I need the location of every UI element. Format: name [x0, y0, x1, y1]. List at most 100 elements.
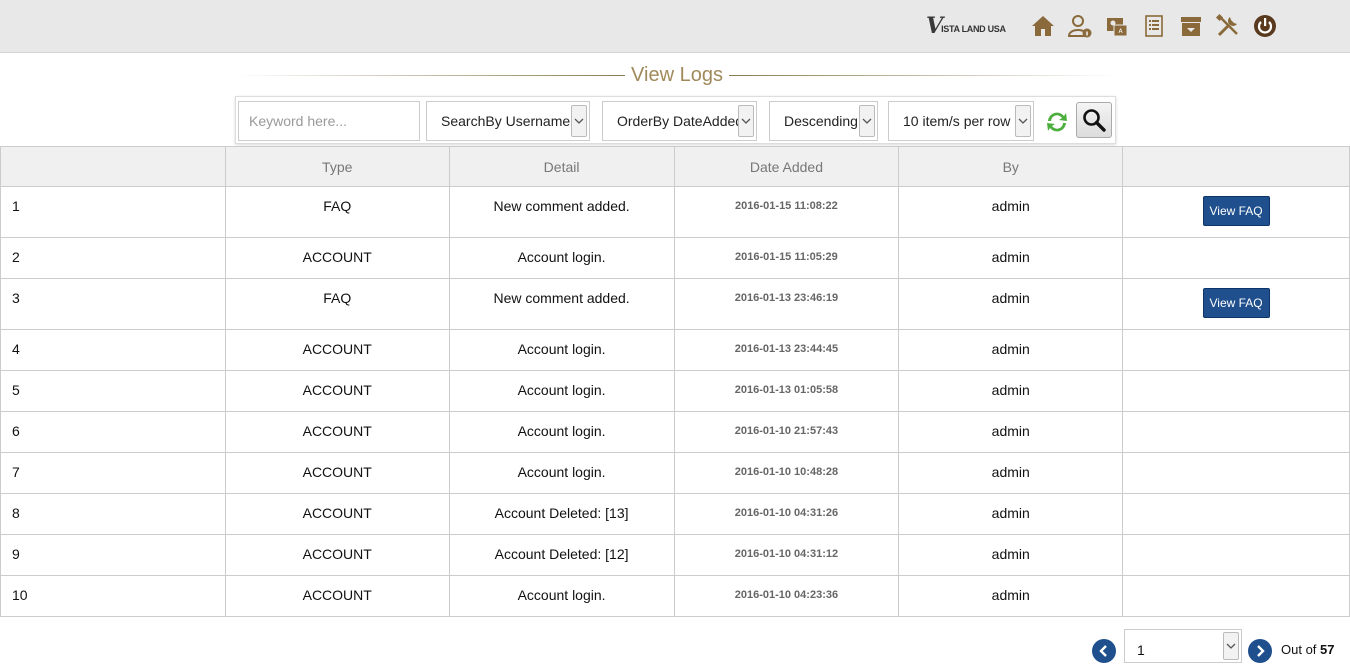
next-page-button[interactable]: [1248, 639, 1272, 663]
table-row: 2 ACCOUNT Account login. 2016-01-15 11:05:2…: [0, 237, 1350, 279]
row-number: 3: [0, 278, 226, 330]
page-select-value: 1: [1137, 642, 1145, 658]
title-divider-right: [729, 75, 1117, 76]
row-date-added: 2016-01-13 23:46:19: [673, 278, 900, 330]
view-faq-button[interactable]: View FAQ: [1202, 288, 1270, 318]
row-by: admin: [898, 452, 1124, 494]
row-action: [1122, 534, 1350, 576]
row-number: 4: [0, 329, 226, 371]
row-by: admin: [898, 534, 1124, 576]
row-detail: Account login.: [448, 411, 675, 453]
header-action: [1122, 146, 1350, 187]
brand-name: ISTA LAND USA: [941, 24, 1006, 34]
table-row: 5 ACCOUNT Account login. 2016-01-13 01:05:5…: [0, 370, 1350, 412]
nav-icons: A: [1028, 11, 1287, 41]
row-number: 1: [0, 186, 226, 238]
per-row-value: 10 item/s per row: [903, 113, 1011, 129]
row-type: ACCOUNT: [224, 493, 450, 535]
chevron-left-icon: [1099, 645, 1107, 657]
page-select[interactable]: 1: [1124, 629, 1242, 663]
header-by[interactable]: By: [898, 146, 1124, 187]
row-action: [1122, 370, 1350, 412]
chevron-right-icon: [1257, 645, 1265, 657]
row-type: FAQ: [224, 278, 450, 330]
row-date-added: 2016-01-13 01:05:58: [673, 370, 900, 412]
row-action: [1122, 237, 1350, 279]
row-detail: Account Deleted: [12]: [448, 534, 675, 576]
row-by: admin: [898, 186, 1124, 238]
per-row-select[interactable]: 10 item/s per row: [888, 101, 1034, 141]
row-type: ACCOUNT: [224, 329, 450, 371]
table-row: 7 ACCOUNT Account login. 2016-01-10 10:48:2…: [0, 452, 1350, 494]
title-divider-left: [235, 75, 625, 76]
row-date-added: 2016-01-10 04:31:26: [673, 493, 900, 535]
row-type: ACCOUNT: [224, 370, 450, 412]
search-by-select[interactable]: SearchBy Username: [426, 101, 590, 141]
chevron-down-icon: [1223, 632, 1239, 660]
chevron-down-icon: [859, 105, 875, 137]
direction-select[interactable]: Descending: [769, 101, 878, 141]
row-date-added: 2016-01-10 10:48:28: [673, 452, 900, 494]
pagination: 1 Out of 57: [1092, 628, 1350, 663]
prev-page-button[interactable]: [1092, 639, 1116, 663]
row-date-added: 2016-01-10 04:23:36: [673, 575, 900, 617]
order-by-value: OrderBy DateAdded: [617, 113, 744, 129]
row-date-added: 2016-01-13 23:44:45: [673, 329, 900, 371]
search-button[interactable]: [1076, 102, 1112, 138]
total-pages: 57: [1320, 642, 1335, 657]
page-title: View Logs: [631, 64, 723, 86]
row-type: ACCOUNT: [224, 237, 450, 279]
refresh-icon[interactable]: [1044, 109, 1070, 135]
settings-icon[interactable]: [1213, 11, 1243, 41]
search-icon: [1083, 109, 1106, 132]
row-number: 8: [0, 493, 226, 535]
table-row: 1 FAQ New comment added. 2016-01-15 11:08:2…: [0, 186, 1350, 238]
row-type: ACCOUNT: [224, 575, 450, 617]
out-of-label: Out of: [1281, 642, 1317, 657]
row-date-added: 2016-01-10 04:31:12: [673, 534, 900, 576]
row-by: admin: [898, 411, 1124, 453]
table-row: 4 ACCOUNT Account login. 2016-01-13 23:44:4…: [0, 329, 1350, 371]
row-by: admin: [898, 329, 1124, 371]
chevron-down-icon: [1015, 105, 1031, 137]
row-action: [1122, 411, 1350, 453]
table-row: 10 ACCOUNT Account login. 2016-01-10 04:23:…: [0, 575, 1350, 617]
row-by: admin: [898, 493, 1124, 535]
direction-value: Descending: [784, 113, 858, 129]
row-action: [1122, 329, 1350, 371]
home-icon[interactable]: [1028, 11, 1058, 41]
contacts-icon[interactable]: A: [1102, 11, 1132, 41]
search-by-value: SearchBy Username: [441, 113, 571, 129]
user-info-icon[interactable]: [1065, 11, 1095, 41]
row-detail: Account login.: [448, 370, 675, 412]
archive-icon[interactable]: [1176, 11, 1206, 41]
row-by: admin: [898, 237, 1124, 279]
chevron-down-icon: [571, 105, 587, 137]
row-type: ACCOUNT: [224, 411, 450, 453]
chevron-down-icon: [738, 105, 754, 137]
row-date-added: 2016-01-15 11:05:29: [673, 237, 900, 279]
power-icon[interactable]: [1250, 11, 1280, 41]
row-number: 9: [0, 534, 226, 576]
row-detail: Account login.: [448, 452, 675, 494]
keyword-input[interactable]: Keyword here...: [238, 101, 420, 141]
row-action: [1122, 575, 1350, 617]
table-row: 8 ACCOUNT Account Deleted: [13] 2016-01-10 …: [0, 493, 1350, 535]
row-number: 6: [0, 411, 226, 453]
order-by-select[interactable]: OrderBy DateAdded: [602, 101, 757, 141]
row-type: FAQ: [224, 186, 450, 238]
row-detail: New comment added.: [448, 186, 675, 238]
table-row: 9 ACCOUNT Account Deleted: [12] 2016-01-10 …: [0, 534, 1350, 576]
row-detail: Account Deleted: [13]: [448, 493, 675, 535]
list-icon[interactable]: [1139, 11, 1169, 41]
filter-bar: Keyword here... SearchBy Username OrderB…: [235, 96, 1116, 144]
row-date-added: 2016-01-10 21:57:43: [673, 411, 900, 453]
header-detail[interactable]: Detail: [448, 146, 675, 187]
header-date-added[interactable]: Date Added: [673, 146, 900, 187]
view-faq-button[interactable]: View FAQ: [1202, 196, 1270, 226]
row-type: ACCOUNT: [224, 452, 450, 494]
header-type[interactable]: Type: [224, 146, 450, 187]
brand-logo[interactable]: V ISTA LAND USA: [926, 12, 1006, 40]
row-number: 5: [0, 370, 226, 412]
header-number: [0, 146, 226, 187]
